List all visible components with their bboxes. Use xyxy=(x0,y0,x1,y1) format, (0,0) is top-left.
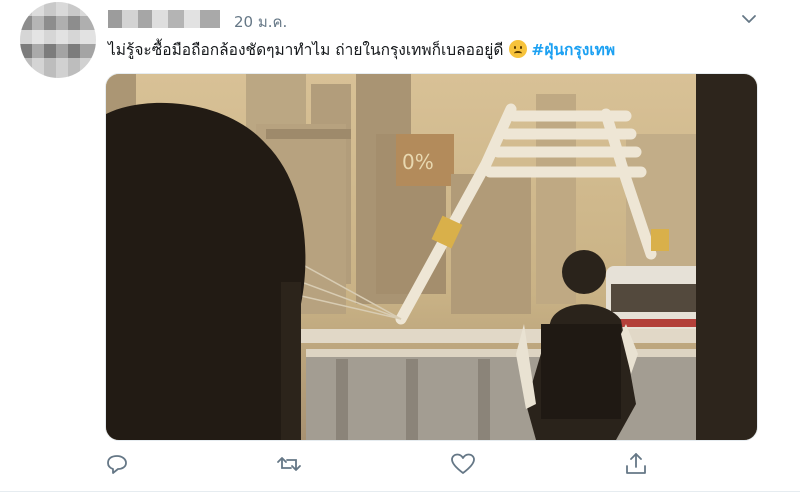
blurred-username[interactable] xyxy=(108,10,220,28)
like-icon[interactable] xyxy=(449,450,477,478)
frowning-face-icon xyxy=(509,40,528,58)
tweet-body: ไม่รู้จะซื้อมือถือกล้องชัดๆมาทำไม ถ่ายใน… xyxy=(108,41,504,59)
photo-scene: 0% xyxy=(106,74,757,440)
svg-text:0%: 0% xyxy=(402,150,434,174)
tweet-actions xyxy=(0,450,800,480)
tweet-text: ไม่รู้จะซื้อมือถือกล้องชัดๆมาทำไม ถ่ายใน… xyxy=(108,37,615,62)
retweet-icon[interactable] xyxy=(275,450,303,478)
tweet-timestamp[interactable]: 20 ม.ค. xyxy=(234,10,287,34)
reply-icon[interactable] xyxy=(103,450,131,478)
share-icon[interactable] xyxy=(622,450,650,478)
hashtag-link[interactable]: #ฝุ่นกรุงเทพ xyxy=(531,41,615,59)
avatar[interactable] xyxy=(20,2,96,78)
tweet-photo[interactable]: 0% xyxy=(105,73,758,441)
tweet-card[interactable]: 20 ม.ค. ไม่รู้จะซื้อมือถือกล้องชัดๆมาทำไ… xyxy=(0,0,800,503)
divider xyxy=(0,491,800,492)
chevron-down-icon[interactable] xyxy=(740,10,758,28)
